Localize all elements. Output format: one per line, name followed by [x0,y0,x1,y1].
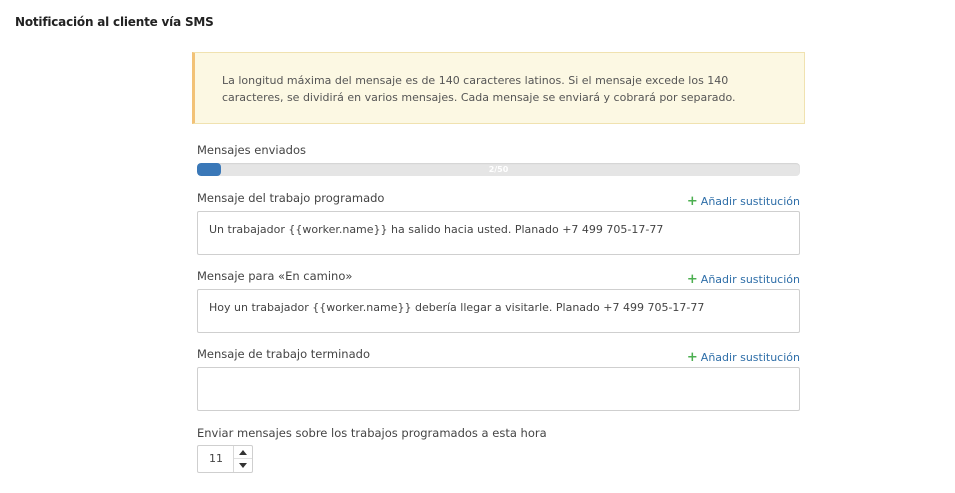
scheduled-job-message-input[interactable]: Un trabajador {{worker.name}} ha salido … [197,211,800,255]
add-substitution-button-on-the-way[interactable]: + Añadir sustitución [687,272,800,287]
length-warning-alert: La longitud máxima del mensaje es de 140… [192,52,805,124]
scheduled-job-message-group: Mensaje del trabajo programado + Añadir s… [197,191,800,255]
increment-hour-button[interactable] [234,446,252,459]
progress-text: 2/50 [488,165,509,174]
add-substitution-label: Añadir sustitución [700,273,800,286]
on-the-way-message-label: Mensaje para «En camino» [197,269,353,283]
scheduled-job-message-label: Mensaje del trabajo programado [197,191,385,205]
add-substitution-label: Añadir sustitución [700,195,800,208]
add-substitution-button-scheduled[interactable]: + Añadir sustitución [687,194,800,209]
caret-down-icon [239,463,247,468]
on-the-way-message-input[interactable]: Hoy un trabajador {{worker.name}} deberí… [197,289,800,333]
section-title: Notificación al cliente vía SMS [15,15,214,29]
alert-text: La longitud máxima del mensaje es de 140… [222,74,736,104]
sms-notification-page: Notificación al cliente vía SMS La longi… [0,0,955,493]
messages-sent-label: Mensajes enviados [197,143,306,157]
job-finished-message-input[interactable] [197,367,800,411]
on-the-way-message-group: Mensaje para «En camino» + Añadir sustitu… [197,269,800,333]
caret-up-icon [239,449,247,455]
job-finished-message-group: Mensaje de trabajo terminado + Añadir sus… [197,347,800,411]
send-hour-stepper[interactable]: 11 [197,445,253,473]
plus-icon: + [686,272,698,287]
stepper-buttons [233,446,252,472]
plus-icon: + [686,350,698,365]
send-hour-value[interactable]: 11 [209,446,223,472]
add-substitution-label: Añadir sustitución [700,351,800,364]
job-finished-message-label: Mensaje de trabajo terminado [197,347,370,361]
sms-settings-form: La longitud máxima del mensaje es de 140… [192,52,805,473]
messages-sent-progress: 2/50 [197,163,800,176]
decrement-hour-button[interactable] [234,459,252,472]
plus-icon: + [686,194,698,209]
add-substitution-button-finished[interactable]: + Añadir sustitución [687,350,800,365]
send-hour-label: Enviar mensajes sobre los trabajos progr… [197,426,547,440]
